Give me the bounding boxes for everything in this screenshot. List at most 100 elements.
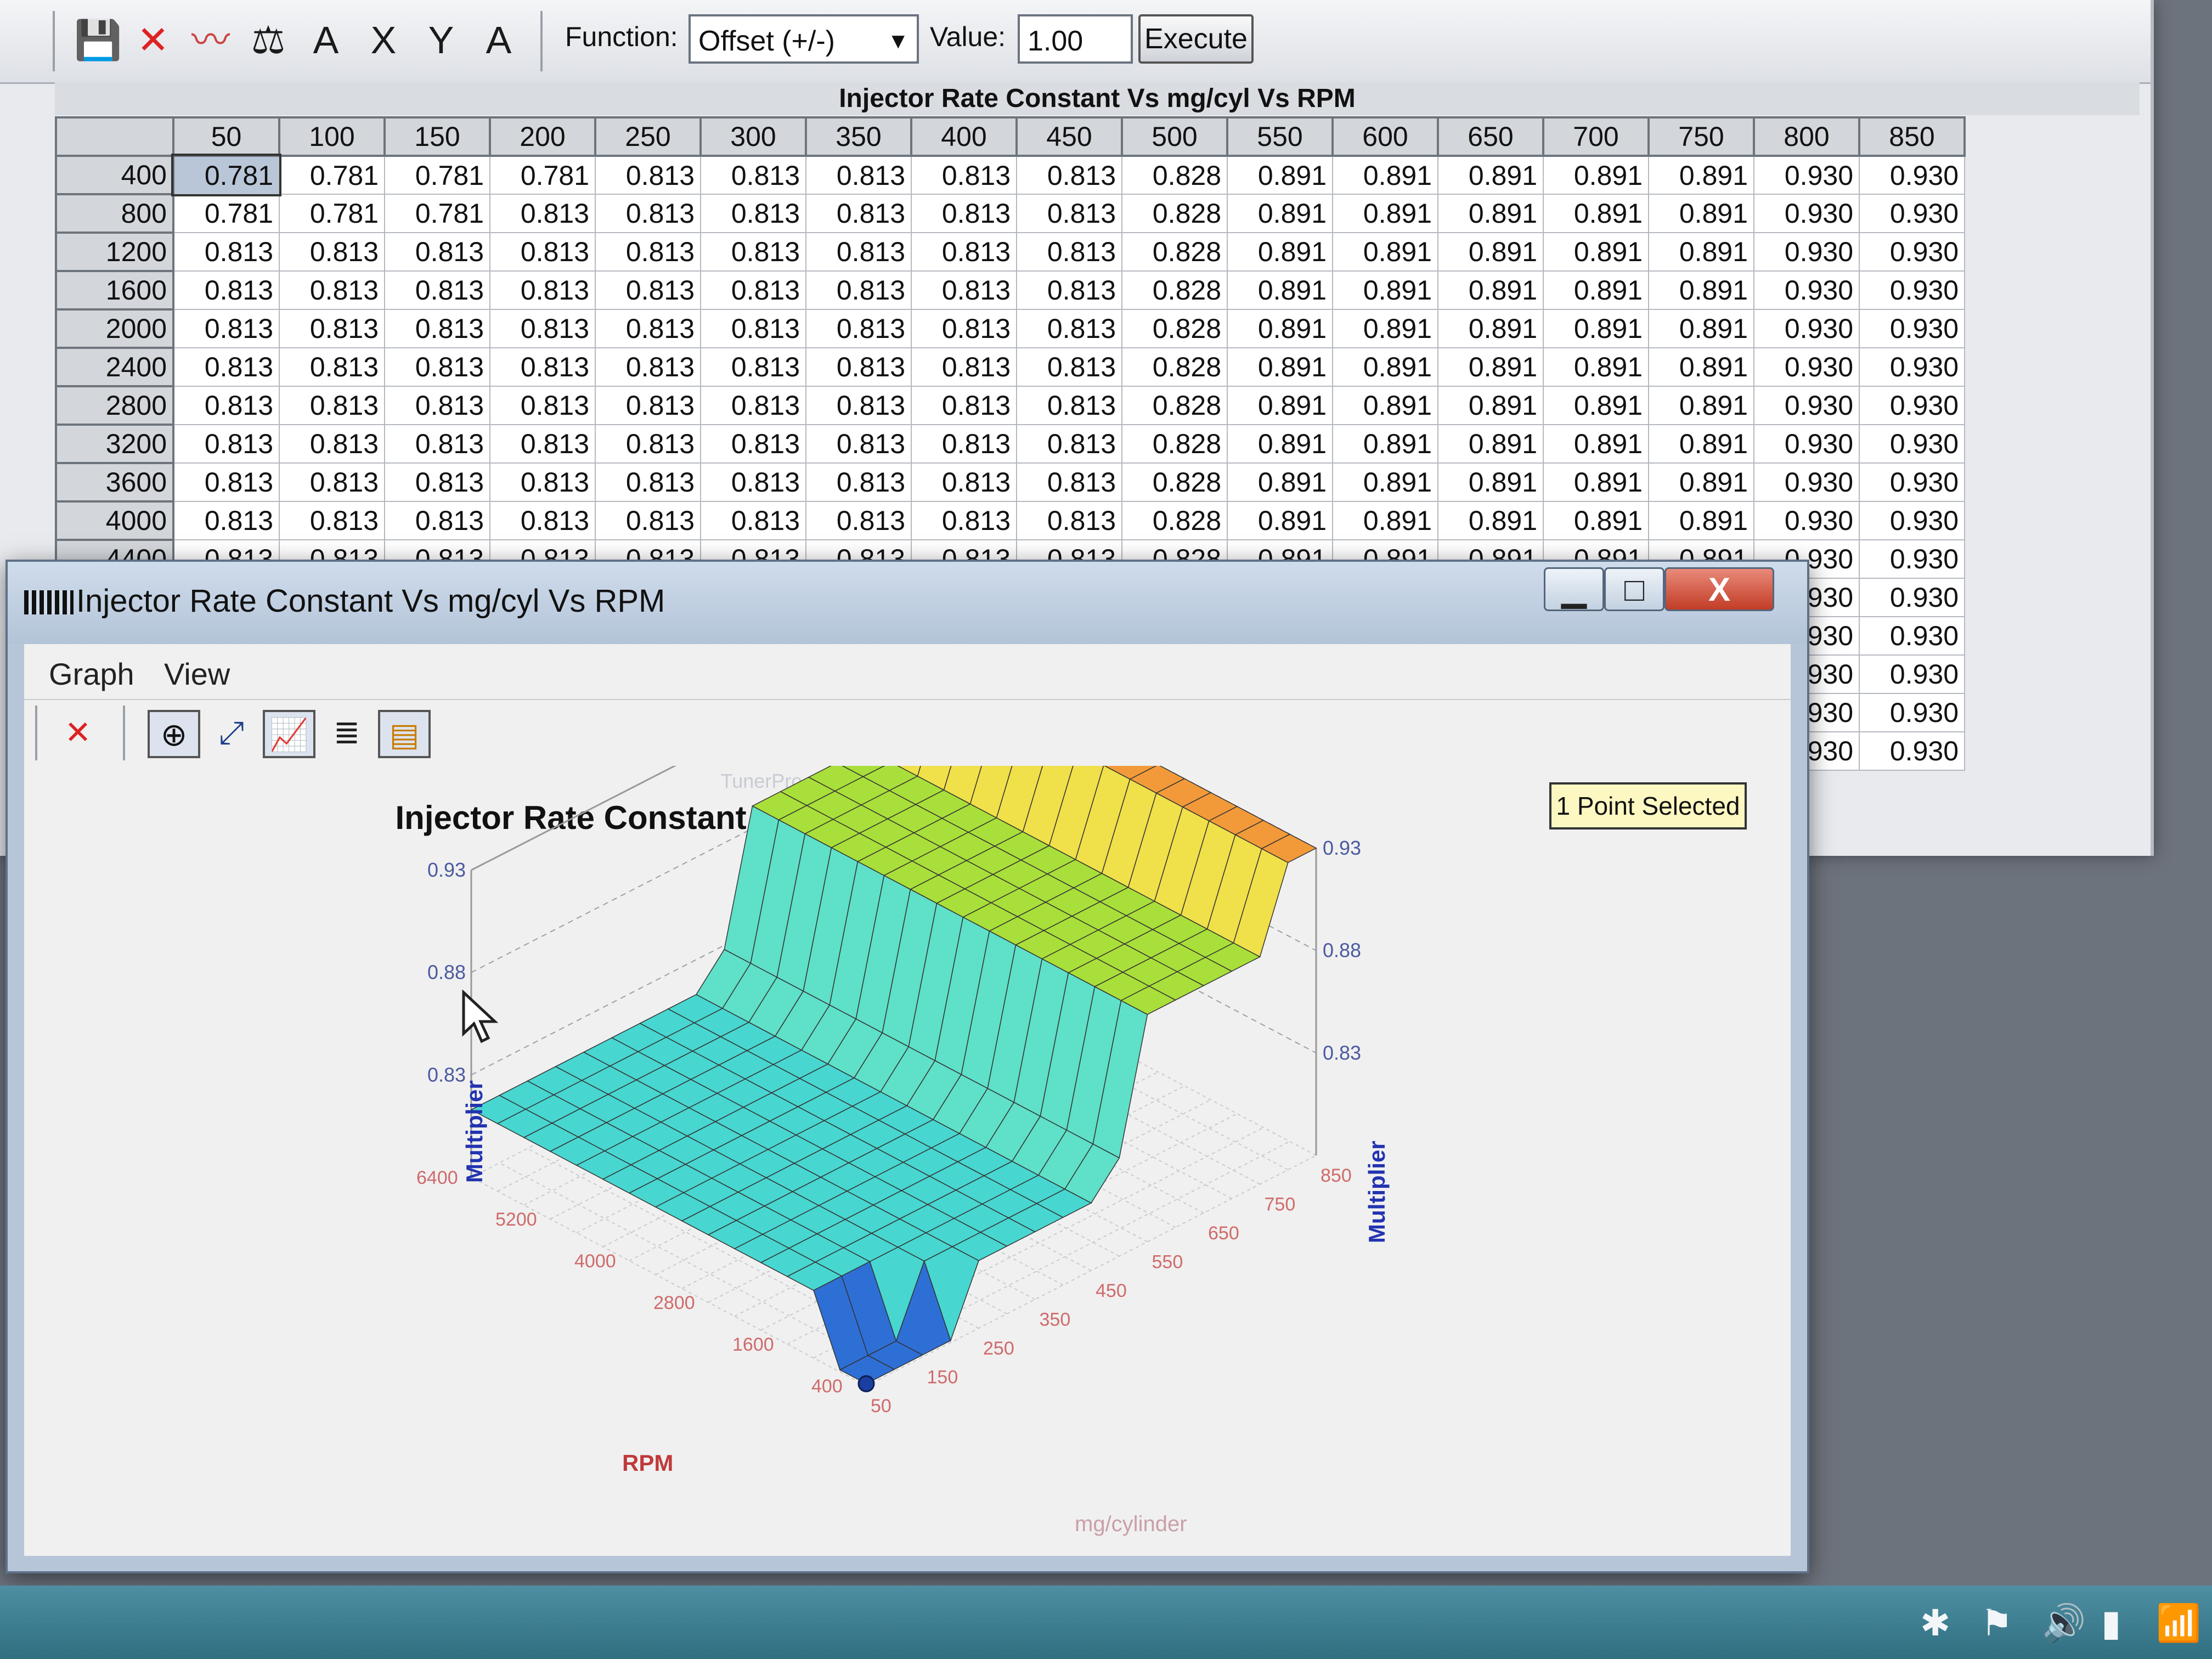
grid-cell[interactable]: 0.891 [1332, 386, 1438, 425]
grid-cell[interactable]: 0.891 [1543, 347, 1649, 387]
grid-cell[interactable]: 0.813 [1016, 309, 1122, 348]
grid-cell[interactable]: 0.891 [1332, 347, 1438, 387]
grid-cell[interactable]: 0.813 [384, 232, 490, 272]
grid-cell[interactable]: 0.813 [489, 386, 596, 425]
grid-cell[interactable]: 0.891 [1648, 424, 1754, 464]
grid-cell[interactable]: 0.891 [1543, 424, 1649, 464]
balance-icon[interactable]: ⚖ [247, 15, 290, 65]
column-header[interactable]: 50 [172, 116, 280, 157]
grid-cell[interactable]: 0.891 [1227, 462, 1333, 502]
grid-cell[interactable]: 0.891 [1437, 309, 1544, 348]
column-header[interactable]: 400 [910, 116, 1018, 157]
column-header[interactable]: 100 [278, 116, 386, 157]
grid-cell[interactable]: 0.813 [805, 232, 912, 272]
grid-cell[interactable]: 0.813 [279, 462, 385, 502]
surface-chart[interactable]: TunerPro - Version 5.00 Injector Rate Co… [24, 766, 1791, 1556]
bluetooth-icon[interactable]: ✱ [1920, 1602, 1950, 1644]
layers-icon[interactable]: ≣ [320, 710, 373, 758]
grid-cell[interactable]: 0.813 [805, 194, 912, 233]
grid-cell[interactable]: 0.891 [1543, 194, 1649, 233]
grid-cell[interactable]: 0.930 [1859, 347, 1965, 387]
column-header[interactable]: 300 [699, 116, 807, 157]
grid-cell[interactable]: 0.813 [1016, 270, 1122, 310]
font-a-icon[interactable]: A [477, 15, 520, 65]
grid-cell[interactable]: 0.813 [911, 232, 1017, 272]
grid-cell[interactable]: 0.891 [1543, 501, 1649, 540]
flag-icon[interactable]: ⚑ [1980, 1602, 2013, 1644]
grid-cell[interactable]: 0.813 [384, 462, 490, 502]
grid-cell[interactable]: 0.813 [173, 501, 280, 540]
grid-cell[interactable]: 0.813 [173, 424, 280, 464]
grid-cell[interactable]: 0.813 [173, 232, 280, 272]
column-header[interactable]: 650 [1437, 116, 1544, 157]
grid-cell[interactable]: 0.891 [1648, 347, 1754, 387]
grid-cell[interactable]: 0.813 [911, 424, 1017, 464]
power-icon[interactable]: ▮ [2101, 1602, 2121, 1644]
grid-cell[interactable]: 0.813 [279, 501, 385, 540]
grid-cell[interactable]: 0.891 [1648, 501, 1754, 540]
grid-cell[interactable]: 0.813 [595, 270, 701, 310]
point-edit-icon[interactable]: ⤢ [205, 710, 258, 758]
grid-cell[interactable]: 0.813 [595, 194, 701, 233]
grid-cell[interactable]: 0.813 [911, 194, 1017, 233]
grid-cell[interactable]: 0.891 [1227, 501, 1333, 540]
grid-cell[interactable]: 0.813 [805, 501, 912, 540]
grid-cell[interactable]: 0.930 [1753, 155, 1860, 195]
row-header[interactable]: 2400 [55, 347, 174, 387]
grid-cell[interactable]: 0.813 [911, 462, 1017, 502]
grid-cell[interactable]: 0.891 [1332, 270, 1438, 310]
grid-cell[interactable]: 0.930 [1753, 386, 1860, 425]
grid-cell[interactable]: 0.813 [1016, 194, 1122, 233]
grid-cell[interactable]: 0.930 [1859, 386, 1965, 425]
grid-cell[interactable]: 0.813 [384, 347, 490, 387]
grid-cell[interactable]: 0.813 [700, 347, 806, 387]
grid-cell[interactable]: 0.813 [489, 232, 596, 272]
grid-cell[interactable]: 0.813 [279, 309, 385, 348]
grid-cell[interactable]: 0.813 [1016, 424, 1122, 464]
grid-cell[interactable]: 0.813 [279, 270, 385, 310]
grid-cell[interactable]: 0.813 [595, 462, 701, 502]
grid-cell[interactable]: 0.891 [1437, 501, 1544, 540]
grid-cell[interactable]: 0.891 [1332, 194, 1438, 233]
function-select[interactable]: Offset (+/-) ▼ [689, 14, 919, 64]
execute-button[interactable]: Execute [1138, 14, 1254, 64]
grid-cell[interactable]: 0.781 [384, 194, 490, 233]
column-header[interactable]: 450 [1015, 116, 1123, 157]
grid-cell[interactable]: 0.781 [279, 194, 385, 233]
column-header[interactable]: 350 [805, 116, 912, 157]
grid-cell[interactable]: 0.930 [1859, 616, 1965, 656]
grid-cell[interactable]: 0.891 [1227, 270, 1333, 310]
grid-cell[interactable]: 0.891 [1648, 155, 1754, 195]
grid-cell[interactable]: 0.891 [1437, 155, 1544, 195]
grid-cell[interactable]: 0.813 [911, 386, 1017, 425]
grid-cell[interactable]: 0.813 [595, 309, 701, 348]
volume-icon[interactable]: 🔊 [2041, 1602, 2086, 1645]
grid-cell[interactable]: 0.813 [279, 424, 385, 464]
grid-cell[interactable]: 0.891 [1437, 194, 1544, 233]
grid-cell[interactable]: 0.813 [700, 501, 806, 540]
column-header[interactable]: 800 [1753, 116, 1860, 157]
grid-cell[interactable]: 0.891 [1332, 155, 1438, 195]
grid-cell[interactable]: 0.891 [1437, 347, 1544, 387]
grid-cell[interactable]: 0.813 [805, 270, 912, 310]
grid-cell[interactable]: 0.930 [1859, 693, 1965, 732]
grid-cell[interactable]: 0.891 [1227, 155, 1333, 195]
grid-cell[interactable]: 0.813 [279, 232, 385, 272]
grid-cell[interactable]: 0.813 [805, 386, 912, 425]
grid-cell[interactable]: 0.813 [595, 501, 701, 540]
maximize-button[interactable]: □ [1604, 567, 1664, 611]
graph-icon[interactable]: 📈 [263, 710, 315, 758]
grid-cell[interactable]: 0.813 [700, 462, 806, 502]
grid-cell[interactable]: 0.930 [1859, 270, 1965, 310]
grid-cell[interactable]: 0.930 [1859, 424, 1965, 464]
grid-cell[interactable]: 0.813 [700, 232, 806, 272]
grid-cell[interactable]: 0.813 [173, 309, 280, 348]
grid-cell[interactable]: 0.813 [384, 424, 490, 464]
graph-title-bar[interactable]: Injector Rate Constant Vs mg/cyl Vs RPM … [8, 562, 1807, 644]
grid-cell[interactable]: 0.813 [700, 386, 806, 425]
menu-graph[interactable]: Graph [49, 656, 134, 692]
grid-cell[interactable]: 0.813 [384, 309, 490, 348]
column-header[interactable]: 550 [1226, 116, 1334, 157]
grid-cell[interactable]: 0.930 [1859, 501, 1965, 540]
grid-cell[interactable]: 0.891 [1227, 424, 1333, 464]
